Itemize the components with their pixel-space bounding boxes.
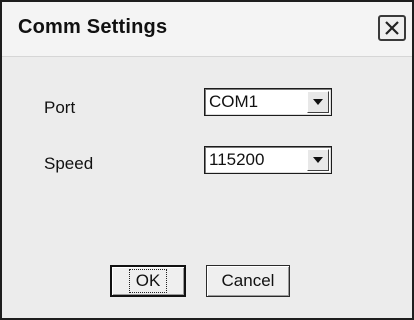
port-select[interactable]: COM1 [204, 88, 332, 116]
close-button[interactable] [378, 15, 406, 41]
close-icon [385, 21, 399, 35]
speed-label: Speed [44, 154, 94, 173]
ok-button[interactable]: OK [110, 265, 186, 297]
chevron-down-icon [313, 157, 323, 163]
cancel-button-label: Cancel [221, 271, 275, 290]
chevron-down-icon [313, 99, 323, 105]
dialog-title: Comm Settings [18, 16, 168, 38]
speed-select[interactable]: 115200 [204, 146, 332, 174]
speed-value: 115200 [209, 150, 265, 169]
port-dropdown-button[interactable] [307, 91, 329, 113]
port-value: COM1 [209, 92, 259, 111]
speed-dropdown-button[interactable] [307, 149, 329, 171]
cancel-button[interactable]: Cancel [206, 265, 290, 297]
ok-button-label: OK [128, 269, 168, 293]
title-bar[interactable]: Comm Settings [2, 2, 412, 57]
port-label: Port [44, 98, 76, 117]
comm-settings-dialog: Comm Settings Port COM1 Speed 115200 OK … [0, 0, 414, 320]
